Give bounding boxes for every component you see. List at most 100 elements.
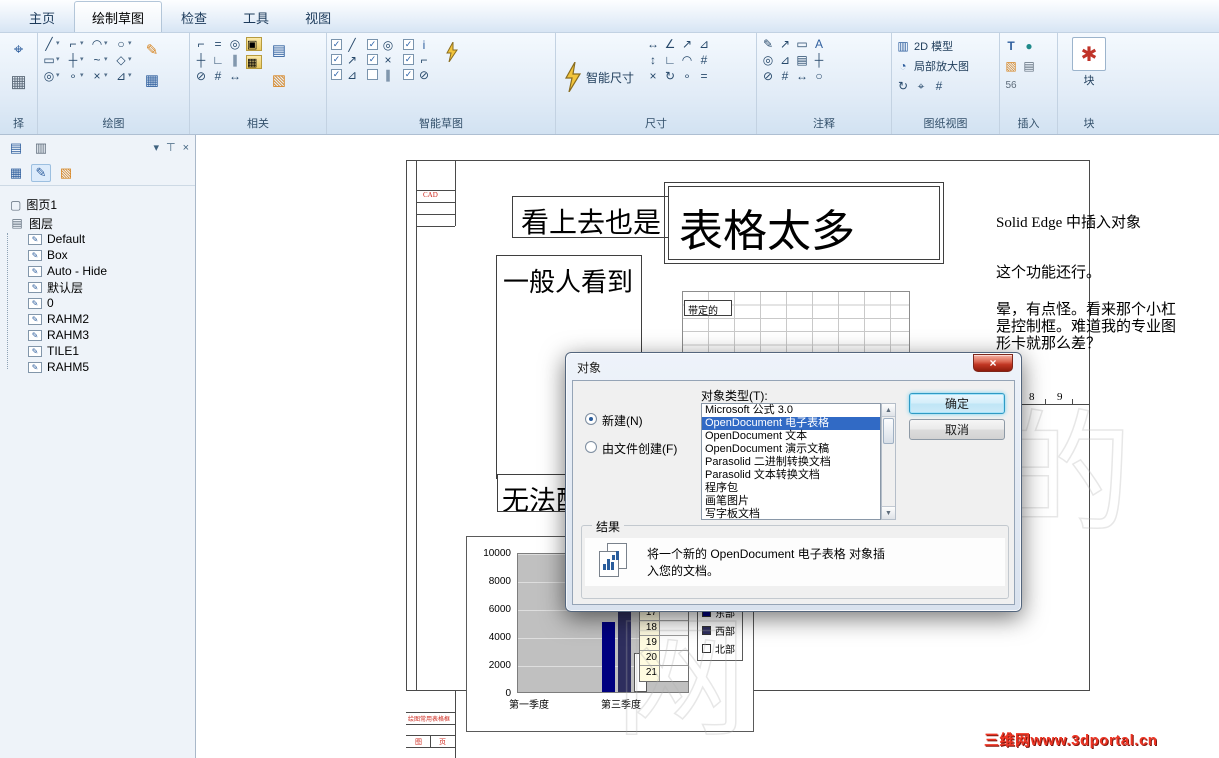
concentric-relation-icon[interactable]: ◎ [228, 37, 242, 51]
edge-paint-icon[interactable]: ⊘ [761, 69, 775, 83]
list-item[interactable]: Microsoft 公式 3.0 [702, 404, 880, 417]
perpendicular-relation-icon[interactable]: ∟ [211, 53, 225, 67]
center-line-icon[interactable]: ↔ [795, 69, 809, 83]
layer-item-rahm5[interactable]: ✎ RAHM5 [10, 359, 195, 375]
intellisketch-horizontal-checkbox[interactable]: ✓ ⌐ [403, 52, 431, 67]
canvas-textbox-2-selected[interactable]: 表格太多 [664, 182, 944, 264]
section-view-icon[interactable]: # [932, 79, 946, 93]
horizontal-relation-icon[interactable]: ┼ [194, 53, 208, 67]
list-item[interactable]: OpenDocument 演示文稿 [702, 443, 880, 456]
insert-image-icon[interactable]: ▧ [1004, 59, 1018, 73]
feature-control-icon[interactable]: ┼ [812, 53, 826, 67]
line-tool-icon[interactable]: ╱ ▾ [42, 37, 63, 51]
unlock-relation-icon[interactable]: ▦ [246, 55, 262, 69]
panel-chevron-down-icon[interactable]: ▾ [153, 141, 159, 154]
distance-dim-icon[interactable]: ↔ [646, 37, 660, 51]
relation-colors-icon[interactable]: ▧ [266, 67, 292, 93]
circle-tool-icon[interactable]: ○ ▾ [114, 37, 135, 51]
chamfer-dim-icon[interactable]: × [646, 69, 660, 83]
bolt-circle-icon[interactable]: ○ [812, 69, 826, 83]
list-item[interactable]: OpenDocument 文本 [702, 430, 880, 443]
view-wizard-icon[interactable]: ⌖ [914, 79, 928, 93]
scroll-up-arrow[interactable]: ▲ [882, 404, 895, 417]
rect-tool-icon[interactable]: ▭ ▾ [42, 53, 63, 67]
insert-object-icon[interactable]: ▤ [1022, 59, 1036, 73]
datum-frame-icon[interactable]: ▤ [795, 53, 809, 67]
intellisketch-parallel-checkbox[interactable]: ∥ [367, 67, 395, 82]
listbox-scrollbar[interactable]: ▲ ▼ [881, 403, 896, 520]
tab-draw-sketch[interactable]: 绘制草图 [74, 1, 163, 32]
intellisketch-point-on-checkbox[interactable]: ✓ i [403, 37, 431, 52]
panel-close-icon[interactable]: × [183, 142, 189, 154]
tangent-relation-icon[interactable]: ⊘ [194, 69, 208, 83]
radio-create-from-file[interactable] [585, 441, 597, 453]
coordinate-dim-icon[interactable]: # [697, 53, 711, 67]
detail-view-button[interactable]: ◔ 局部放大图 [896, 57, 995, 75]
equal-relation-icon[interactable]: = [211, 37, 225, 51]
corner-tool-icon[interactable]: ⌐ ▾ [66, 37, 87, 51]
layer-item-tile1[interactable]: ✎ TILE1 [10, 343, 195, 359]
tree-root-layers[interactable]: ▤ 图层 [10, 215, 195, 231]
dialog-close-button[interactable]: × [973, 354, 1013, 372]
ellipse-tool-icon[interactable]: ◎ ▾ [42, 69, 63, 83]
grid-tool-icon[interactable]: ▦ [139, 67, 165, 93]
point-tool-icon[interactable]: ∘ ▾ [66, 69, 87, 83]
leader-dim-icon[interactable]: ↗ [680, 37, 694, 51]
layer-display-icon[interactable]: ▧ [56, 164, 76, 182]
mirror-tool-icon[interactable]: ⊿ ▾ [114, 69, 135, 83]
angle-dim-icon[interactable]: ∠ [663, 37, 677, 51]
tab-tools[interactable]: 工具 [226, 2, 286, 32]
offset-tool-icon[interactable]: ┼ ▾ [66, 53, 87, 67]
list-item[interactable]: Parasolid 二进制转换文档 [702, 456, 880, 469]
arc-tool-icon[interactable]: ◠ ▾ [90, 37, 111, 51]
intellisketch-tangent-checkbox[interactable]: ✓ ⊘ [403, 67, 431, 82]
layer-item-auto-hide[interactable]: ✎ Auto - Hide [10, 263, 195, 279]
list-item-selected[interactable]: OpenDocument 电子表格 [702, 417, 880, 430]
select-tool-icon[interactable]: ⌖ [6, 37, 32, 63]
grid-table-label[interactable]: 带定的 [684, 300, 732, 316]
arc-dim-icon[interactable]: ◠ [680, 53, 694, 67]
edit-layer-icon[interactable]: ✎ [31, 163, 51, 182]
layer-item-box[interactable]: ✎ Box [10, 247, 195, 263]
leader-icon[interactable]: ↗ [778, 37, 792, 51]
tab-inspect[interactable]: 检查 [164, 2, 224, 32]
panel-table-icon[interactable]: ▤ [6, 139, 26, 157]
tab-view[interactable]: 视图 [288, 2, 348, 32]
smart-dimension-button[interactable]: 智能尺寸 [560, 37, 638, 117]
block-button[interactable]: ✱ [1072, 37, 1106, 71]
rigid-relation-icon[interactable]: ↔ [228, 69, 242, 83]
list-item[interactable]: 画笔图片 [702, 495, 880, 508]
symmetric-dim-icon[interactable]: ⊿ [697, 37, 711, 51]
fill-tool-icon[interactable]: ✎ [139, 37, 165, 63]
lock-relation-icon[interactable]: ▣ [246, 37, 262, 51]
text-box-icon[interactable]: A [812, 37, 826, 51]
insert-text-icon[interactable]: T [1004, 39, 1018, 53]
panel-pin-icon[interactable]: ⊤ [166, 141, 176, 154]
new-layer-icon[interactable]: ▦ [6, 164, 26, 182]
balloon-icon[interactable]: ▭ [795, 37, 809, 51]
object-type-listbox[interactable]: Microsoft 公式 3.0 OpenDocument 电子表格 OpenD… [701, 403, 881, 520]
polygon-tool-icon[interactable]: ◇ ▾ [114, 53, 135, 67]
point-dim-icon[interactable]: ∘ [680, 69, 694, 83]
update-views-icon[interactable]: ↻ [896, 79, 910, 93]
list-item[interactable]: 程序包 [702, 482, 880, 495]
list-item[interactable]: 写字板文档 [702, 508, 880, 519]
panel-view-icon[interactable]: ▥ [31, 139, 51, 157]
insert-symbol-icon[interactable]: 56 [1004, 79, 1018, 93]
list-item[interactable]: Parasolid 文本转换文档 [702, 469, 880, 482]
layer-item-rahm3[interactable]: ✎ RAHM3 [10, 327, 195, 343]
cancel-button[interactable]: 取消 [909, 419, 1005, 440]
hatch-icon[interactable]: # [778, 69, 792, 83]
fence-tool-icon[interactable]: ▦ [6, 69, 32, 95]
callout-icon[interactable]: ✎ [761, 37, 775, 51]
curve-tool-icon[interactable]: ~ ▾ [90, 53, 111, 67]
relation-handles-icon[interactable]: ▤ [266, 37, 292, 63]
layer-item-rahm2[interactable]: ✎ RAHM2 [10, 311, 195, 327]
perp-dim-icon[interactable]: ∟ [663, 53, 677, 67]
scroll-down-arrow[interactable]: ▼ [882, 506, 895, 519]
tab-home[interactable]: 主页 [12, 2, 72, 32]
scroll-thumb[interactable] [883, 418, 894, 444]
symmetric-relation-icon[interactable]: # [211, 69, 225, 83]
2d-model-button[interactable]: ▥ 2D 模型 [896, 37, 995, 55]
weld-symbol-icon[interactable]: ◎ [761, 53, 775, 67]
